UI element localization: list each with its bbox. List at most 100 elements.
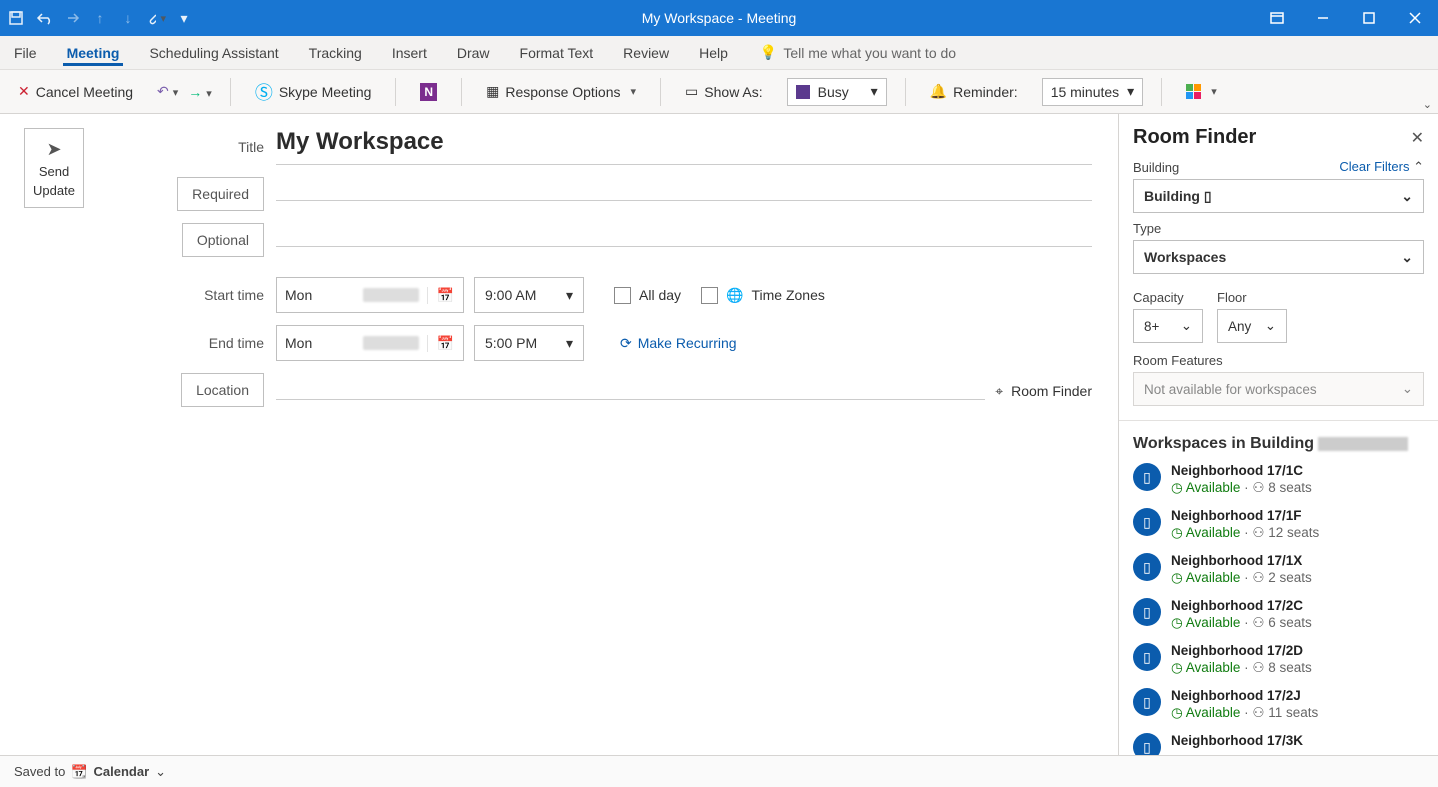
workspace-icon: ▯ <box>1133 643 1161 671</box>
floor-value: Any <box>1228 319 1251 334</box>
building-select[interactable]: Building ▯⌄ <box>1133 179 1424 213</box>
tab-review[interactable]: Review <box>619 39 673 66</box>
room-item[interactable]: ▯Neighborhood 17/2J◷ Available · ⚇ 11 se… <box>1133 688 1424 721</box>
cancel-meeting-button[interactable]: ✕ Cancel Meeting <box>12 79 139 104</box>
categories-icon <box>1186 84 1201 99</box>
tab-draw[interactable]: Draw <box>453 39 494 66</box>
response-options-button[interactable]: ▦ Response Options <box>480 79 642 104</box>
ribbon-display-icon[interactable] <box>1254 0 1300 36</box>
room-item[interactable]: ▯Neighborhood 17/1C◷ Available · ⚇ 8 sea… <box>1133 463 1424 496</box>
send-icon: ➤ <box>46 139 61 160</box>
chevron-up-icon[interactable]: ⌃ <box>1413 159 1424 174</box>
calendar-icon[interactable]: 📅 <box>427 287 463 304</box>
calendar-name[interactable]: Calendar <box>94 764 150 779</box>
floor-select[interactable]: Any⌄ <box>1217 309 1287 343</box>
end-day: Mon <box>285 335 312 351</box>
workspace-icon: ▯ <box>1133 598 1161 626</box>
meeting-form: ➤ Send Update Title My Workspace Require… <box>0 114 1118 755</box>
send-update-button[interactable]: ➤ Send Update <box>24 128 84 208</box>
separator <box>905 78 906 106</box>
reminder-select[interactable]: 15 minutes ▾ <box>1042 78 1144 106</box>
room-item[interactable]: ▯Neighborhood 17/1F◷ Available · ⚇ 12 se… <box>1133 508 1424 541</box>
skype-meeting-button[interactable]: Ⓢ Skype Meeting <box>249 75 378 109</box>
make-recurring-button[interactable]: ⟳Make Recurring <box>614 331 743 356</box>
required-input[interactable] <box>276 188 1092 201</box>
required-button[interactable]: Required <box>177 177 264 211</box>
room-item[interactable]: ▯Neighborhood 17/2D◷ Available · ⚇ 8 sea… <box>1133 643 1424 676</box>
close-panel-icon[interactable]: ✕ <box>1411 128 1424 148</box>
tab-tracking[interactable]: Tracking <box>305 39 366 66</box>
room-seats: 6 seats <box>1268 615 1312 630</box>
make-recurring-label: Make Recurring <box>638 335 737 351</box>
calendar-icon: 📆 <box>71 764 87 780</box>
room-finder-label: Room Finder <box>1011 383 1092 399</box>
redacted <box>363 336 419 350</box>
forward-split-icon[interactable]: → <box>188 84 212 100</box>
capacity-label: Capacity <box>1133 290 1184 305</box>
end-date-input[interactable]: Mon 📅 <box>276 325 464 361</box>
redo-icon[interactable] <box>62 8 82 28</box>
show-as-value: Busy <box>818 84 849 100</box>
undo-split-icon[interactable]: ↶ <box>157 83 178 100</box>
optional-input[interactable] <box>276 234 1092 247</box>
room-finder-button[interactable]: ⌖Room Finder <box>995 383 1092 400</box>
title-label: Title <box>238 139 264 155</box>
chevron-down-icon[interactable]: ⌄ <box>155 764 166 780</box>
tab-insert[interactable]: Insert <box>388 39 431 66</box>
panel-title: Room Finder <box>1133 126 1256 149</box>
undo-icon[interactable] <box>34 8 54 28</box>
divider <box>1119 420 1438 421</box>
floor-label: Floor <box>1217 290 1247 305</box>
start-date-input[interactable]: Mon 📅 <box>276 277 464 313</box>
skype-icon: Ⓢ <box>255 79 273 105</box>
ribbon-tabs: File Meeting Scheduling Assistant Tracki… <box>0 36 1438 70</box>
minimize-icon[interactable] <box>1300 0 1346 36</box>
tab-format-text[interactable]: Format Text <box>516 39 598 66</box>
room-item[interactable]: ▯Neighborhood 17/3K <box>1133 733 1424 755</box>
workspace-icon: ▯ <box>1133 553 1161 581</box>
collapse-ribbon-icon[interactable]: ⌄ <box>1423 98 1432 111</box>
start-time-label: Start time <box>204 287 264 303</box>
tab-help[interactable]: Help <box>695 39 732 66</box>
start-time-input[interactable]: 9:00 AM▾ <box>474 277 584 313</box>
room-finder-panel: Room Finder ✕ Building Clear Filters ⌃ B… <box>1118 114 1438 755</box>
capacity-select[interactable]: 8+⌄ <box>1133 309 1203 343</box>
tab-scheduling-assistant[interactable]: Scheduling Assistant <box>145 39 282 66</box>
room-status: Available <box>1186 525 1241 540</box>
type-label: Type <box>1133 221 1161 236</box>
all-day-checkbox[interactable]: All day <box>614 287 681 304</box>
maximize-icon[interactable] <box>1346 0 1392 36</box>
tell-me[interactable]: 💡 Tell me what you want to do <box>760 44 956 61</box>
categorize-button[interactable] <box>1180 80 1223 103</box>
type-select[interactable]: Workspaces⌄ <box>1133 240 1424 274</box>
location-input[interactable] <box>276 387 985 400</box>
onenote-icon: N <box>420 83 437 101</box>
calendar-icon[interactable]: 📅 <box>427 335 463 352</box>
title-input[interactable]: My Workspace <box>276 128 1092 165</box>
location-button[interactable]: Location <box>181 373 264 407</box>
onenote-button[interactable]: N <box>414 79 443 105</box>
up-arrow-icon[interactable]: ↑ <box>90 8 110 28</box>
save-icon[interactable] <box>6 8 26 28</box>
attach-dropdown-icon[interactable] <box>146 8 166 28</box>
separator <box>461 78 462 106</box>
room-meta-line: ◷ Available · ⚇ 6 seats <box>1171 615 1312 631</box>
end-time-label: End time <box>209 335 264 351</box>
down-arrow-icon[interactable]: ↓ <box>118 8 138 28</box>
qat-customize-icon[interactable]: ▾ <box>174 8 194 28</box>
clear-filters-button[interactable]: Clear Filters <box>1339 159 1409 174</box>
tab-file[interactable]: File <box>10 39 41 66</box>
room-item[interactable]: ▯Neighborhood 17/2C◷ Available · ⚇ 6 sea… <box>1133 598 1424 631</box>
end-time-input[interactable]: 5:00 PM▾ <box>474 325 584 361</box>
close-icon[interactable] <box>1392 0 1438 36</box>
ribbon: ✕ Cancel Meeting ↶ → Ⓢ Skype Meeting N ▦… <box>0 70 1438 114</box>
room-item[interactable]: ▯Neighborhood 17/1X◷ Available · ⚇ 2 sea… <box>1133 553 1424 586</box>
room-seats: 8 seats <box>1268 480 1312 495</box>
tab-meeting[interactable]: Meeting <box>63 39 124 66</box>
show-as-select[interactable]: Busy ▾ <box>787 78 887 106</box>
timezones-checkbox[interactable]: 🌐Time Zones <box>701 287 825 304</box>
busy-swatch-icon <box>796 85 810 99</box>
separator <box>1161 78 1162 106</box>
optional-button[interactable]: Optional <box>182 223 264 257</box>
room-name: Neighborhood 17/1X <box>1171 553 1312 568</box>
